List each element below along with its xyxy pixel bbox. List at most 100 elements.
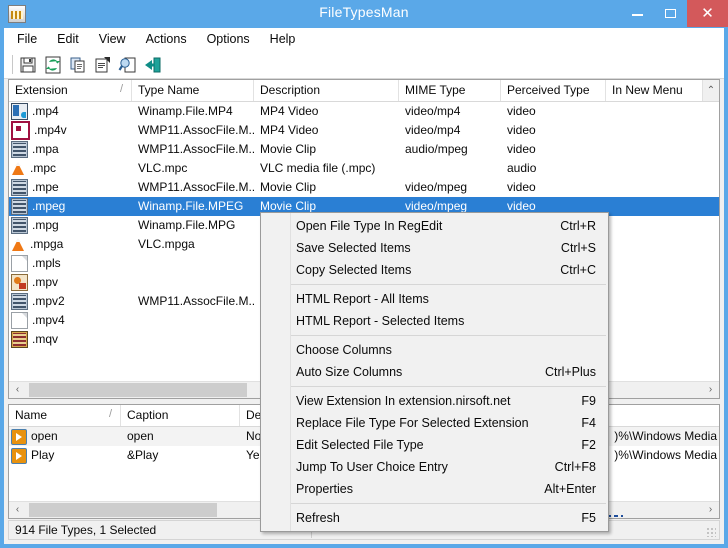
cell-type-name [132, 330, 254, 349]
hscroll-thumb[interactable] [29, 383, 247, 397]
context-menu-item-shortcut: Ctrl+S [561, 241, 596, 255]
film-icon [11, 179, 28, 196]
minimize-button[interactable] [622, 0, 653, 27]
cell-in-new-menu [606, 254, 704, 273]
extension-label: .mpa [32, 140, 59, 159]
context-menu-item-label: Choose Columns [296, 343, 596, 357]
context-menu-item[interactable]: Choose Columns [261, 339, 608, 361]
close-icon: ✕ [687, 0, 728, 27]
cell-name: open [9, 427, 121, 446]
menu-help[interactable]: Help [260, 28, 306, 52]
context-menu-item[interactable]: Save Selected ItemsCtrl+S [261, 237, 608, 259]
table-row[interactable]: .mp4Winamp.File.MP4MP4 Videovideo/mp4vid… [9, 102, 719, 121]
extension-label: .mpv [32, 273, 58, 292]
cell-extension: .mpc [9, 159, 132, 178]
context-menu-item-shortcut: Ctrl+Plus [545, 365, 596, 379]
context-menu-item[interactable]: Replace File Type For Selected Extension… [261, 412, 608, 434]
context-menu-item-label: Properties [296, 482, 544, 496]
context-menu-item-shortcut: F4 [581, 416, 596, 430]
column-header-in-new-menu[interactable]: In New Menu [606, 80, 704, 101]
wmp-file-icon [11, 121, 30, 140]
column-header-description[interactable]: Description [254, 80, 399, 101]
maximize-icon [665, 9, 676, 18]
maximize-button[interactable] [655, 0, 686, 27]
cell-in-new-menu [606, 292, 704, 311]
column-header-perceived-type[interactable]: Perceived Type [501, 80, 606, 101]
exit-icon[interactable] [143, 55, 165, 75]
context-menu-item[interactable]: PropertiesAlt+Enter [261, 478, 608, 500]
context-menu-item-label: HTML Report - All Items [296, 292, 596, 306]
extension-label: .mpls [32, 254, 61, 273]
context-menu-item[interactable]: Edit Selected File TypeF2 [261, 434, 608, 456]
vlc-cone-icon [11, 161, 26, 176]
menu-edit[interactable]: Edit [47, 28, 89, 52]
title-bar: FileTypesMan ✕ [0, 0, 728, 28]
properties-icon[interactable] [93, 55, 115, 75]
column-header-type-name[interactable]: Type Name [132, 80, 254, 101]
cell-in-new-menu [606, 121, 704, 140]
hscroll-thumb[interactable] [29, 503, 217, 517]
menu-file[interactable]: File [4, 28, 47, 52]
cell-in-new-menu [606, 178, 704, 197]
context-menu-item-shortcut: Ctrl+F8 [555, 460, 596, 474]
cell-perceived-type: video [501, 140, 606, 159]
find-icon[interactable] [118, 55, 140, 75]
hscroll-left-arrow-icon[interactable]: ‹ [9, 382, 26, 398]
table-row[interactable]: .mpaWMP11.AssocFile.M...Movie Clipaudio/… [9, 140, 719, 159]
winamp-file-icon [11, 103, 28, 120]
context-menu-item[interactable]: View Extension In extension.nirsoft.netF… [261, 390, 608, 412]
column-header-extension[interactable]: Extension / [9, 80, 132, 101]
cell-in-new-menu [606, 140, 704, 159]
column-header-mime-type[interactable]: MIME Type [399, 80, 501, 101]
cell-extension: .mpv2 [9, 292, 132, 311]
context-menu-item[interactable]: Open File Type In RegEditCtrl+R [261, 215, 608, 237]
cell-name: Play [9, 446, 121, 465]
hscroll-right-arrow-icon[interactable]: › [702, 502, 719, 518]
close-button[interactable]: ✕ [687, 0, 728, 27]
context-menu-item[interactable]: RefreshF5 [261, 507, 608, 529]
context-menu-item-label: Edit Selected File Type [296, 438, 581, 452]
context-menu-item[interactable]: Jump To User Choice EntryCtrl+F8 [261, 456, 608, 478]
column-header-name[interactable]: Name / [9, 405, 121, 426]
cell-mime-type: video/mpeg [399, 178, 501, 197]
table-row[interactable]: .mpcVLC.mpcVLC media file (.mpc)audio [9, 159, 719, 178]
context-menu[interactable]: Open File Type In RegEditCtrl+RSave Sele… [260, 212, 609, 532]
hscroll-right-arrow-icon[interactable]: › [702, 382, 719, 398]
cell-extension: .mpa [9, 140, 132, 159]
extension-label: .mpga [30, 235, 63, 254]
cell-extension: .mqv [9, 330, 132, 349]
vertical-scroll-up-button[interactable]: ⌃ [702, 80, 719, 101]
refresh-icon[interactable] [43, 55, 65, 75]
table-row[interactable]: .mp4vWMP11.AssocFile.M...MP4 Videovideo/… [9, 121, 719, 140]
extension-label: .mpeg [32, 197, 65, 216]
cell-type-name: WMP11.AssocFile.M... [132, 140, 254, 159]
cell-description: VLC media file (.mpc) [254, 159, 399, 178]
context-menu-item-shortcut: Alt+Enter [544, 482, 596, 496]
resize-grip-icon[interactable] [706, 527, 716, 537]
menu-options[interactable]: Options [197, 28, 260, 52]
table-row[interactable]: .mpeWMP11.AssocFile.M...Movie Clipvideo/… [9, 178, 719, 197]
play-action-icon [11, 429, 27, 445]
hscroll-left-arrow-icon[interactable]: ‹ [9, 502, 26, 518]
action-name-label: open [31, 427, 58, 446]
cell-extension: .mp4v [9, 121, 132, 140]
sort-indicator-icon: / [109, 408, 112, 420]
context-menu-item[interactable]: HTML Report - Selected Items [261, 310, 608, 332]
save-icon[interactable] [18, 55, 40, 75]
context-menu-item-shortcut: Ctrl+R [560, 219, 596, 233]
copy-icon[interactable] [68, 55, 90, 75]
cell-description: Movie Clip [254, 140, 399, 159]
cell-extension: .mpga [9, 235, 132, 254]
cell-extension: .mpe [9, 178, 132, 197]
context-menu-item[interactable]: HTML Report - All Items [261, 288, 608, 310]
context-menu-item[interactable]: Copy Selected ItemsCtrl+C [261, 259, 608, 281]
cell-type-name: Winamp.File.MPEG [132, 197, 254, 216]
cell-type-name: Winamp.File.MPG [132, 216, 254, 235]
cell-type-name: VLC.mpc [132, 159, 254, 178]
film-icon [11, 293, 28, 310]
menu-view[interactable]: View [89, 28, 136, 52]
context-menu-item[interactable]: Auto Size ColumnsCtrl+Plus [261, 361, 608, 383]
column-header-caption[interactable]: Caption [121, 405, 240, 426]
cell-extension: .mpeg [9, 197, 132, 216]
menu-actions[interactable]: Actions [136, 28, 197, 52]
